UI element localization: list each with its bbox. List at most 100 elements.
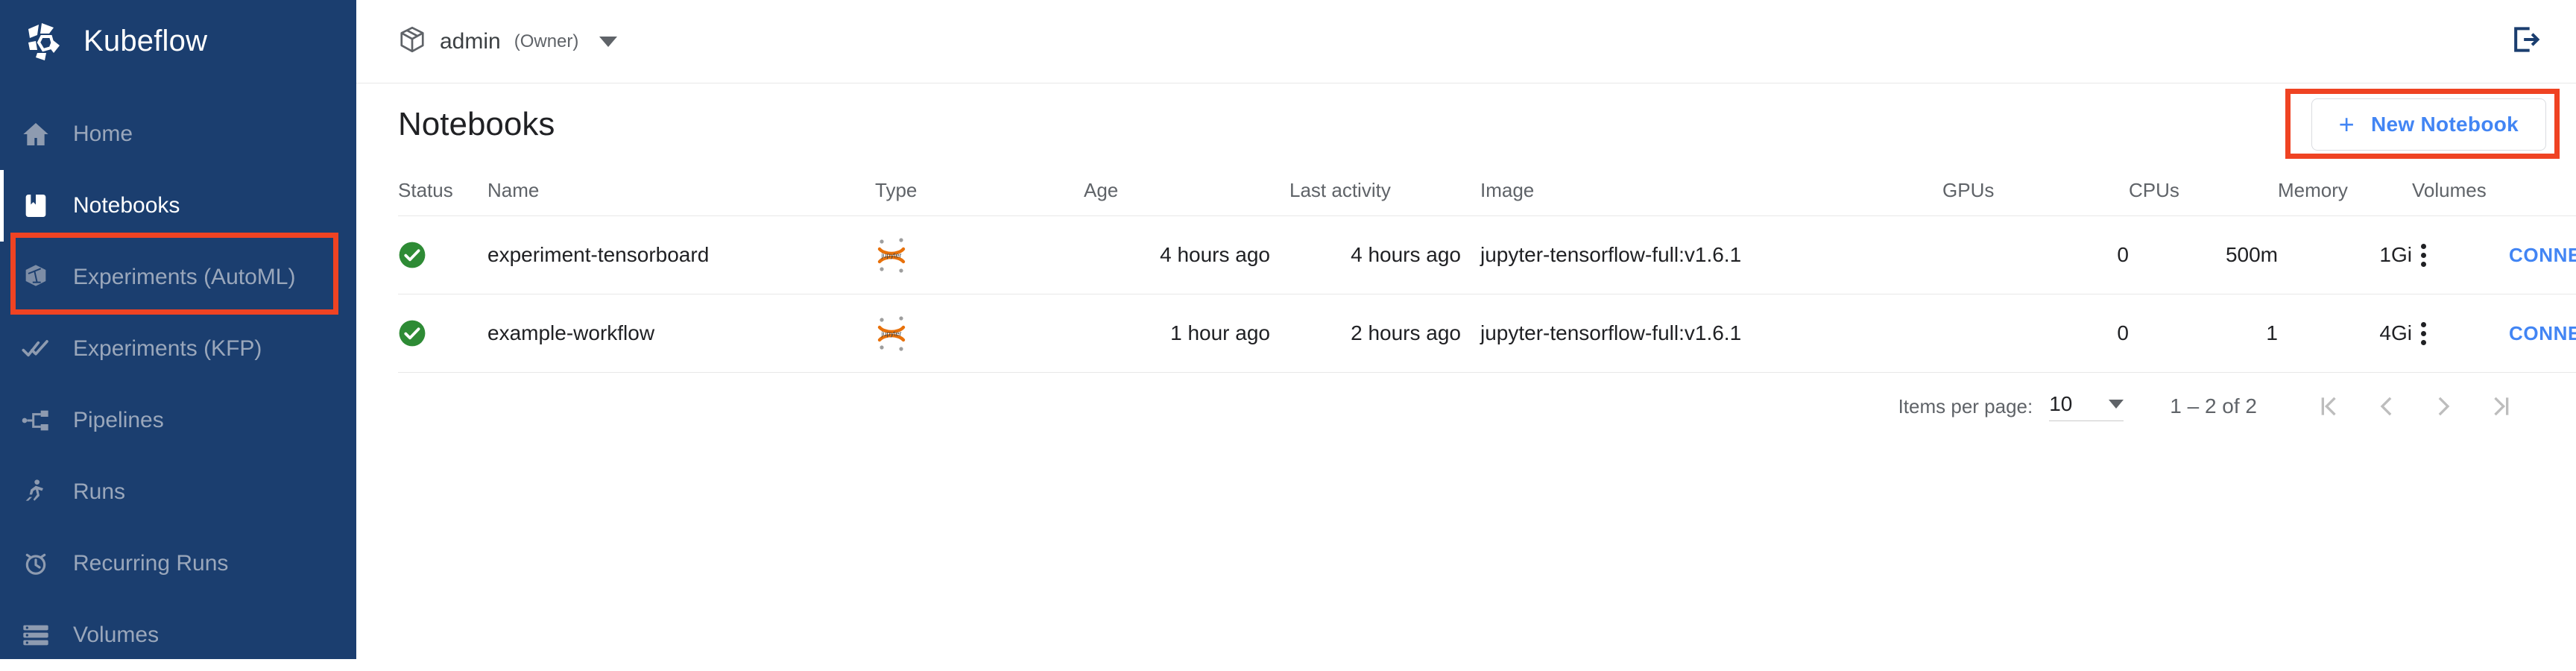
connect-button[interactable]: CONNECT: [2509, 322, 2576, 344]
brand-name: Kubeflow: [83, 25, 207, 58]
cell-last-activity: 4 hours ago: [1270, 216, 1461, 294]
kebab-dot: [2421, 262, 2426, 267]
sidebar-item-runs[interactable]: Runs: [0, 456, 356, 528]
page-header: Notebooks + New Notebook: [356, 84, 2576, 166]
column-header-name[interactable]: Name: [487, 166, 875, 216]
notebooks-table-container: Status Name Type Age Last activity Image…: [356, 166, 2576, 440]
kebab-menu-icon[interactable]: [2412, 322, 2434, 345]
kebab-dot: [2421, 331, 2426, 336]
double-check-icon: [19, 333, 52, 365]
storage-icon: [19, 619, 52, 652]
last-page-button[interactable]: [2473, 377, 2531, 435]
sidebar-item-home[interactable]: Home: [0, 98, 356, 170]
sidebar: Kubeflow Home Notebooks: [0, 0, 356, 659]
namespace-role: (Owner): [514, 31, 579, 52]
table-row[interactable]: example-workflow jupyter: [398, 294, 2576, 373]
table-header-row: Status Name Type Age Last activity Image…: [398, 166, 2576, 216]
cell-type: jupyter: [875, 294, 1084, 373]
sidebar-item-experiments-kfp[interactable]: Experiments (KFP): [0, 313, 356, 385]
jupyter-icon: jupyter: [875, 236, 1084, 274]
column-header-memory[interactable]: Memory: [2278, 166, 2412, 216]
sidebar-item-label: Experiments (KFP): [73, 336, 262, 362]
new-notebook-button-label: New Notebook: [2371, 113, 2519, 136]
cell-cpus: 500m: [2129, 216, 2278, 294]
cell-connect: CONNECT: [2509, 294, 2576, 373]
cell-volumes: [2412, 294, 2509, 373]
kebab-dot: [2421, 244, 2426, 249]
paginator: Items per page: 10 1 – 2 of 2: [398, 373, 2546, 440]
column-header-type[interactable]: Type: [875, 166, 1084, 216]
next-page-button[interactable]: [2415, 377, 2473, 435]
last-page-icon: [2487, 391, 2517, 421]
plus-icon: +: [2339, 111, 2355, 138]
package-icon: [398, 25, 426, 57]
check-circle-icon: [398, 319, 487, 347]
kebab-dot: [2421, 322, 2426, 327]
first-page-button[interactable]: [2299, 377, 2357, 435]
new-notebook-button[interactable]: + New Notebook: [2311, 98, 2546, 151]
sidebar-item-label: Notebooks: [73, 193, 180, 218]
cell-name: experiment-tensorboard: [487, 216, 875, 294]
notebooks-table: Status Name Type Age Last activity Image…: [398, 166, 2576, 373]
table-header: Status Name Type Age Last activity Image…: [398, 166, 2576, 216]
cell-image: jupyter-tensorflow-full:v1.6.1: [1461, 216, 1942, 294]
logout-button[interactable]: [2507, 24, 2543, 60]
chevron-down-icon: [599, 37, 617, 47]
column-header-cpus[interactable]: CPUs: [2129, 166, 2278, 216]
table-row[interactable]: experiment-tensorboard jupyter: [398, 216, 2576, 294]
first-page-icon: [2313, 391, 2343, 421]
cell-volumes: [2412, 216, 2509, 294]
cell-age: 4 hours ago: [1084, 216, 1270, 294]
check-circle-icon: [398, 241, 487, 269]
column-header-age[interactable]: Age: [1084, 166, 1270, 216]
cell-gpus: 0: [1942, 294, 2129, 373]
page-range-label: 1 – 2 of 2: [2170, 394, 2257, 418]
cell-status: [398, 216, 487, 294]
sidebar-item-recurring-runs[interactable]: Recurring Runs: [0, 528, 356, 599]
sidebar-item-volumes[interactable]: Volumes: [0, 599, 356, 671]
svg-text:jupyter: jupyter: [880, 252, 901, 259]
namespace-name: admin: [440, 29, 501, 54]
cell-age: 1 hour ago: [1084, 294, 1270, 373]
cell-gpus: 0: [1942, 216, 2129, 294]
column-header-gpus[interactable]: GPUs: [1942, 166, 2129, 216]
kubeflow-logo-icon: [19, 17, 67, 65]
table-body: experiment-tensorboard jupyter: [398, 216, 2576, 373]
column-header-last-activity[interactable]: Last activity: [1270, 166, 1461, 216]
cell-memory: 1Gi: [2278, 216, 2412, 294]
cell-type: jupyter: [875, 216, 1084, 294]
namespace-selector[interactable]: admin (Owner): [398, 25, 617, 57]
brand: Kubeflow: [0, 0, 356, 82]
column-header-status[interactable]: Status: [398, 166, 487, 216]
svg-text:jupyter: jupyter: [880, 330, 901, 338]
telescope-icon: [19, 261, 52, 294]
sidebar-item-pipelines[interactable]: Pipelines: [0, 385, 356, 456]
sidebar-item-label: Experiments (AutoML): [73, 265, 295, 290]
next-page-icon: [2429, 391, 2459, 421]
connect-button[interactable]: CONNECT: [2509, 244, 2576, 266]
column-header-volumes[interactable]: Volumes: [2412, 166, 2509, 216]
cell-status: [398, 294, 487, 373]
page-size-select[interactable]: 10: [2049, 392, 2124, 421]
cell-connect: CONNECT: [2509, 216, 2576, 294]
sidebar-item-label: Pipelines: [73, 408, 164, 433]
home-icon: [19, 118, 52, 151]
notebook-icon: [19, 189, 52, 222]
sidebar-item-label: Runs: [73, 479, 125, 505]
sidebar-item-label: Volumes: [73, 623, 159, 648]
previous-page-button[interactable]: [2357, 377, 2415, 435]
column-header-image[interactable]: Image: [1461, 166, 1942, 216]
logout-icon: [2509, 23, 2542, 60]
page-size-value: 10: [2049, 392, 2072, 416]
kebab-menu-icon[interactable]: [2412, 244, 2434, 267]
kebab-dot: [2421, 340, 2426, 345]
sidebar-item-notebooks[interactable]: Notebooks: [0, 170, 356, 242]
column-header-connect: [2509, 166, 2576, 216]
runner-icon: [19, 476, 52, 508]
items-per-page-label: Items per page:: [1898, 395, 2033, 418]
sidebar-item-label: Recurring Runs: [73, 551, 228, 576]
sidebar-item-experiments-automl[interactable]: Experiments (AutoML): [0, 242, 356, 313]
chevron-down-icon: [2109, 400, 2124, 409]
sidebar-item-label: Home: [73, 122, 133, 147]
jupyter-icon: jupyter: [875, 314, 1084, 353]
